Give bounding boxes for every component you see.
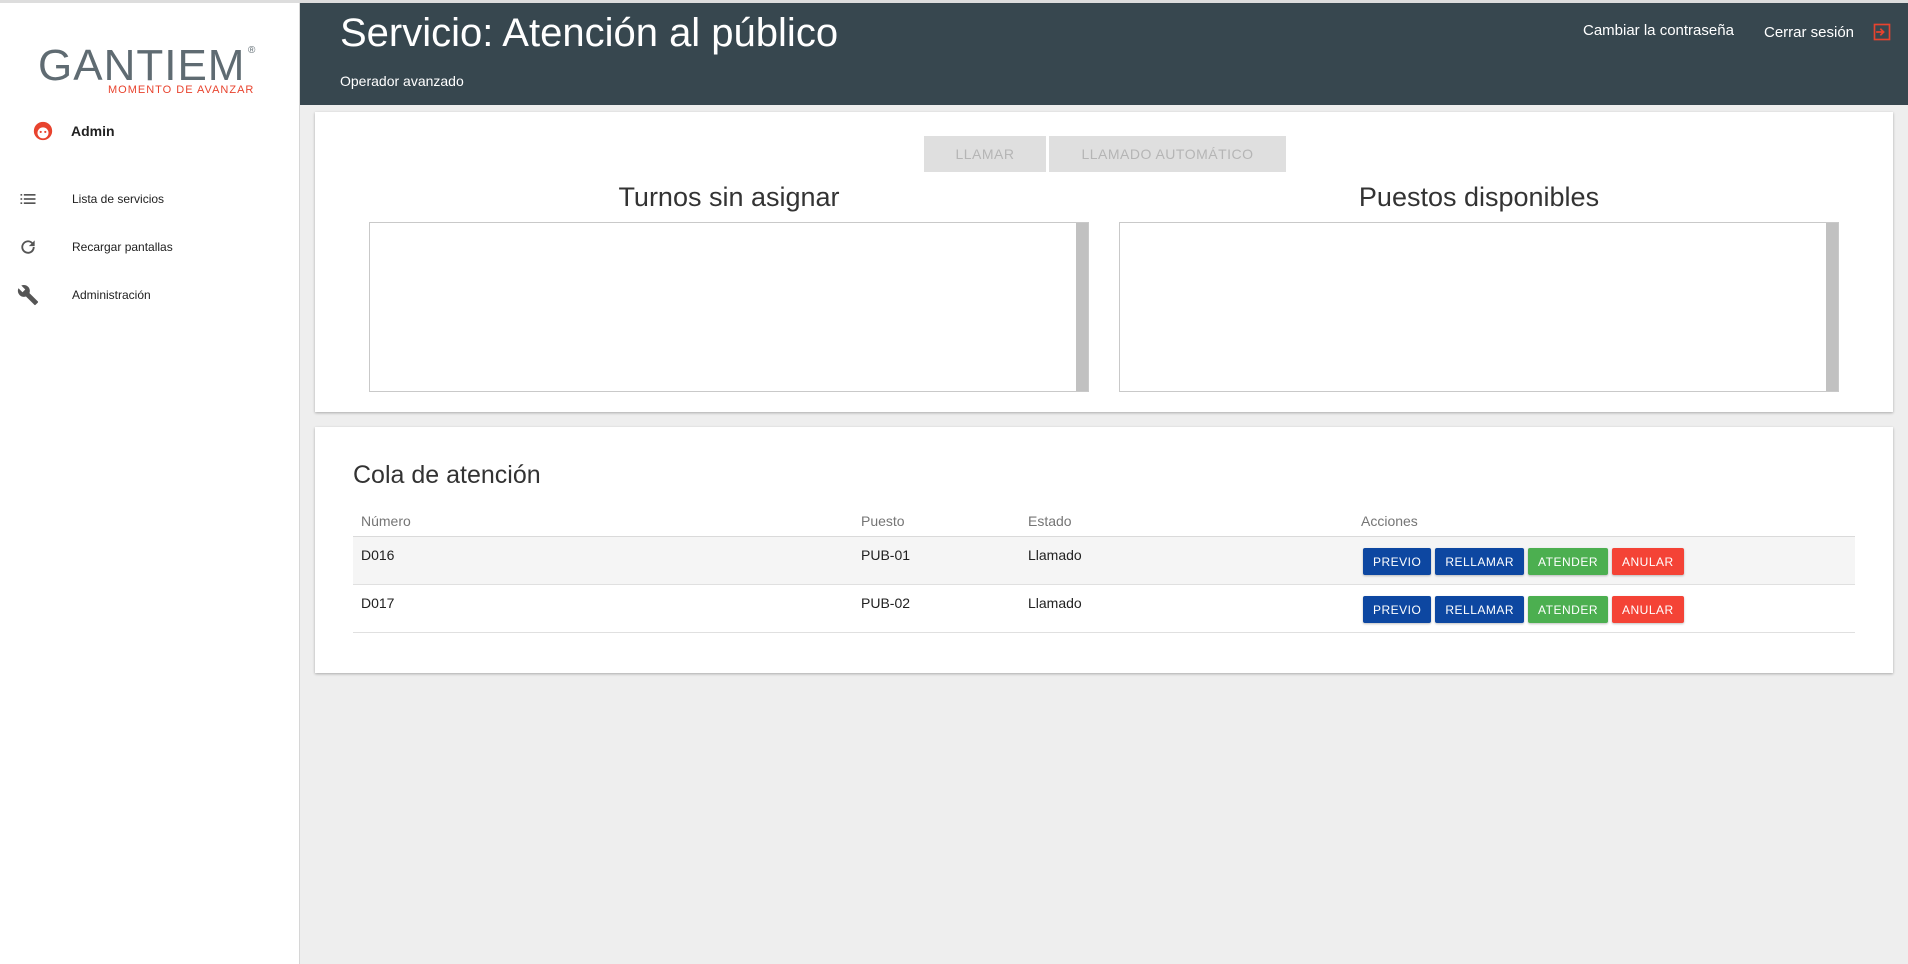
sidebar-item-label: Recargar pantallas	[72, 240, 173, 254]
sidebar-item-label: Administración	[72, 288, 151, 302]
previo-button[interactable]: PREVIO	[1363, 596, 1432, 623]
column-header-puesto: Puesto	[861, 513, 905, 529]
sidebar-item-services[interactable]: Lista de servicios	[0, 175, 299, 223]
change-password-link[interactable]: Cambiar la contraseña	[1583, 22, 1734, 39]
scrollbar[interactable]	[1076, 223, 1088, 391]
anular-button[interactable]: ANULAR	[1612, 596, 1684, 623]
atender-button[interactable]: ATENDER	[1528, 548, 1608, 575]
table-row: D016 PUB-01 Llamado PREVIO RELLAMAR ATEN…	[353, 537, 1855, 585]
auto-call-button[interactable]: LLAMADO AUTOMÁTICO	[1049, 136, 1286, 172]
atender-button[interactable]: ATENDER	[1528, 596, 1608, 623]
call-button[interactable]: LLAMAR	[924, 136, 1046, 172]
call-panel-card: LLAMAR LLAMADO AUTOMÁTICO Turnos sin asi…	[315, 112, 1893, 412]
brand-tagline: MOMENTO DE AVANZAR	[108, 84, 255, 96]
sidebar-item-admin[interactable]: Administración	[0, 271, 299, 319]
table-row: D017 PUB-02 Llamado PREVIO RELLAMAR ATEN…	[353, 585, 1855, 633]
cell-puesto: PUB-01	[861, 547, 911, 563]
available-posts-list[interactable]	[1119, 222, 1839, 392]
table-header: Número Puesto Estado Acciones	[353, 507, 1855, 537]
scrollbar[interactable]	[1826, 223, 1838, 391]
registered-mark: ®	[248, 45, 256, 56]
rellamar-button[interactable]: RELLAMAR	[1435, 596, 1525, 623]
page-title: Servicio: Atención al público	[340, 11, 839, 55]
brand-logo: GANTIEM ® MOMENTO DE AVANZAR	[38, 41, 258, 101]
column-header-numero: Número	[361, 513, 411, 529]
queue-title: Cola de atención	[353, 461, 541, 489]
available-posts-title: Puestos disponibles	[1358, 182, 1600, 212]
logout-link[interactable]: Cerrar sesión	[1764, 22, 1892, 42]
user-name: Admin	[71, 123, 115, 139]
sidebar-item-reload[interactable]: Recargar pantallas	[0, 223, 299, 271]
refresh-icon	[16, 235, 40, 259]
anular-button[interactable]: ANULAR	[1612, 548, 1684, 575]
logout-icon	[1873, 23, 1891, 41]
cell-numero: D016	[361, 547, 395, 563]
user-info: Admin	[32, 117, 115, 145]
cell-estado: Llamado	[1028, 547, 1082, 563]
row-actions: PREVIO RELLAMAR ATENDER ANULAR	[1363, 596, 1688, 623]
column-header-estado: Estado	[1028, 513, 1072, 529]
column-header-acciones: Acciones	[1361, 513, 1418, 529]
list-icon	[16, 187, 40, 211]
previo-button[interactable]: PREVIO	[1363, 548, 1432, 575]
unassigned-turns-title: Turnos sin asignar	[618, 182, 840, 212]
unassigned-turns-list[interactable]	[369, 222, 1089, 392]
cell-puesto: PUB-02	[861, 595, 911, 611]
queue-table: Número Puesto Estado Acciones D016 PUB-0…	[353, 507, 1855, 633]
rellamar-button[interactable]: RELLAMAR	[1435, 548, 1525, 575]
queue-card: Cola de atención Número Puesto Estado Ac…	[315, 427, 1893, 673]
cell-estado: Llamado	[1028, 595, 1082, 611]
sidebar-nav: Lista de servicios Recargar pantallas Ad…	[0, 175, 299, 319]
row-actions: PREVIO RELLAMAR ATENDER ANULAR	[1363, 548, 1688, 575]
cell-numero: D017	[361, 595, 395, 611]
page-header: Servicio: Atención al público Operador a…	[300, 3, 1908, 105]
sidebar: GANTIEM ® MOMENTO DE AVANZAR Admin Lista…	[0, 3, 300, 964]
avatar-icon	[33, 121, 53, 141]
page-subtitle: Operador avanzado	[340, 73, 464, 89]
sidebar-item-label: Lista de servicios	[72, 192, 165, 206]
wrench-icon	[16, 283, 40, 307]
logout-label: Cerrar sesión	[1764, 23, 1855, 41]
